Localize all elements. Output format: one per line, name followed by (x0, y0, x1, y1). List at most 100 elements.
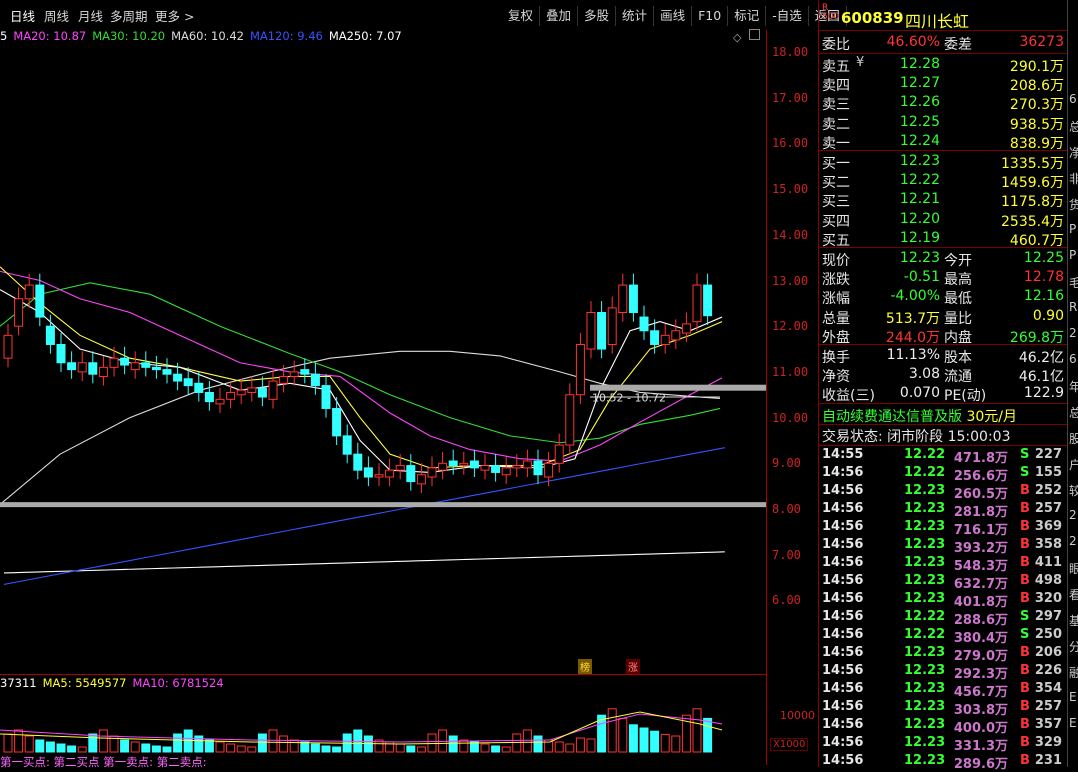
side-info-strip: 6总净非货PP毛R26年总股户较22眼看基分融EE (1067, 0, 1078, 767)
separator (819, 424, 1067, 425)
candle-body (56, 343, 66, 364)
tab-more[interactable]: 更多 > (155, 6, 194, 25)
candle-body (236, 389, 246, 396)
tick-row: 14:56 12.23 279.0万 B 206 (822, 645, 1066, 664)
volume-bar (45, 741, 55, 753)
candle-body (310, 373, 320, 387)
tick-price: 12.23 (904, 699, 946, 714)
volume-bar (77, 746, 87, 753)
volume-bar (173, 733, 183, 753)
weibi-value: 46.60% (886, 34, 940, 50)
side-glyph: 6 (1069, 92, 1077, 106)
tick-count: 257 (1034, 699, 1062, 714)
asks-label: 卖三 (822, 97, 850, 114)
price-tick-label: 9.00 (772, 456, 801, 471)
tab-weekly[interactable]: 周线 (44, 6, 69, 25)
side-glyph: R (1069, 300, 1078, 314)
window-toggle-icon[interactable] (749, 29, 760, 40)
fund-value: 122.9 (1023, 385, 1064, 401)
candle-body (194, 382, 204, 393)
candle-body (459, 462, 469, 467)
volume-bar (416, 746, 426, 753)
candlestick-chart[interactable]: 10.52 - 10.72 (0, 40, 766, 670)
bids-row[interactable]: 买二 12.22 1459.6万 (822, 172, 1066, 192)
volume-bar (639, 727, 649, 753)
toolbar-button-2[interactable]: 多股 (578, 6, 617, 26)
tick-side: B (1020, 735, 1030, 750)
bids-volume: 1459.6万 (1001, 175, 1064, 192)
tick-count: 297 (1034, 609, 1062, 624)
tick-volume: 260.5万 (953, 487, 1008, 502)
rank-badge[interactable]: 榜 (578, 659, 592, 674)
tick-volume: 632.7万 (953, 577, 1008, 592)
candle-body (289, 371, 299, 377)
volume-bar (575, 737, 585, 753)
tick-row: 14:56 12.23 281.8万 B 257 (822, 501, 1066, 520)
tick-time: 14:56 (822, 591, 864, 606)
bids-row[interactable]: 买一 12.23 1335.5万 (822, 153, 1066, 172)
candle-body (671, 330, 681, 341)
side-glyph: 眼 (1069, 562, 1078, 576)
tick-side: B (1020, 645, 1030, 660)
bids-volume: 1335.5万 (1001, 156, 1064, 172)
tab-monthly[interactable]: 月线 (78, 6, 103, 25)
volume-legend: 37311 MA5: 5549577 MA10: 6781524 (0, 676, 230, 690)
bids-row[interactable]: 买五 12.19 460.7万 (822, 230, 1066, 249)
tab-multi-period[interactable]: 多周期 (110, 6, 148, 25)
price-tick-label: 8.00 (772, 502, 801, 516)
side-glyph: 毛 (1069, 276, 1078, 290)
asks-price: 12.28 (899, 56, 940, 72)
candle-body (141, 362, 151, 368)
toolbar-button-0[interactable]: 复权 (502, 6, 541, 26)
quote-value: 12.23 (899, 250, 940, 266)
asks-row[interactable]: 卖一 12.24 838.9万 (822, 133, 1066, 152)
fund-value: 46.2亿 (1018, 350, 1064, 366)
tick-side: B (1020, 753, 1030, 768)
asks-row[interactable]: 卖二 12.25 938.5万 (822, 114, 1066, 133)
bids-row[interactable]: 买四 12.20 2535.4万 (822, 211, 1066, 230)
candle-body (24, 284, 34, 300)
bids-price: 12.23 (899, 153, 940, 169)
tick-row: 14:56 12.23 292.3万 B 226 (822, 663, 1066, 682)
asks-label: 卖四 (822, 78, 850, 95)
volume-chart[interactable] (0, 690, 766, 754)
toolbar-button-6[interactable]: 标记 (728, 6, 767, 26)
volume-bar (586, 738, 596, 753)
tick-side: B (1020, 537, 1030, 552)
volume-legend-item: 37311 (0, 676, 37, 690)
ma60-line (0, 350, 721, 505)
tick-row: 14:56 12.23 400.0万 B 357 (822, 717, 1066, 736)
quote-label: 涨幅 (822, 291, 850, 308)
tick-volume: 716.1万 (953, 523, 1008, 538)
promo-link[interactable]: 自动续费通达信普及版 30元/月 (822, 406, 1017, 426)
toolbar-button-4[interactable]: 画线 (654, 6, 693, 26)
tick-row: 14:56 12.23 632.7万 B 498 (822, 573, 1066, 592)
chevron-right-icon: > (184, 9, 195, 24)
bids-row[interactable]: 买三 12.21 1175.8万 (822, 191, 1066, 210)
limit-up-badge[interactable]: 涨 (626, 659, 640, 674)
tick-count: 358 (1034, 537, 1062, 552)
toolbar-button-5[interactable]: F10 (692, 6, 729, 26)
asks-row[interactable]: 卖三 12.26 270.3万 (822, 94, 1066, 114)
toolbar-button-1[interactable]: 叠加 (540, 6, 579, 26)
weicha-label: 委差 (944, 37, 972, 53)
candle-body (607, 307, 617, 345)
candle-body (151, 366, 161, 371)
asks-row[interactable]: 卖四 12.27 208.6万 (822, 75, 1066, 95)
volume-bar (247, 746, 257, 753)
price-tick-label: 6.00 (772, 593, 801, 608)
candle-body (597, 311, 607, 350)
fund-row: 收益(三) 0.070 PE(动) 122.9 (822, 385, 1066, 404)
candle-body (628, 284, 638, 313)
candle-body (374, 474, 384, 478)
candle-body (586, 311, 596, 350)
side-glyph: E (1069, 716, 1077, 730)
asks-volume: 290.1万 (1009, 59, 1064, 75)
candle-body (438, 462, 448, 471)
tick-volume: 281.8万 (953, 505, 1008, 520)
asks-volume: 270.3万 (1009, 97, 1064, 114)
tab-daily[interactable]: 日线 (10, 6, 35, 25)
toolbar-button-3[interactable]: 统计 (616, 6, 655, 26)
toolbar-button-7[interactable]: -自选 (766, 6, 809, 26)
quote-row: 现价 12.23 今开 12.25 (822, 250, 1066, 269)
